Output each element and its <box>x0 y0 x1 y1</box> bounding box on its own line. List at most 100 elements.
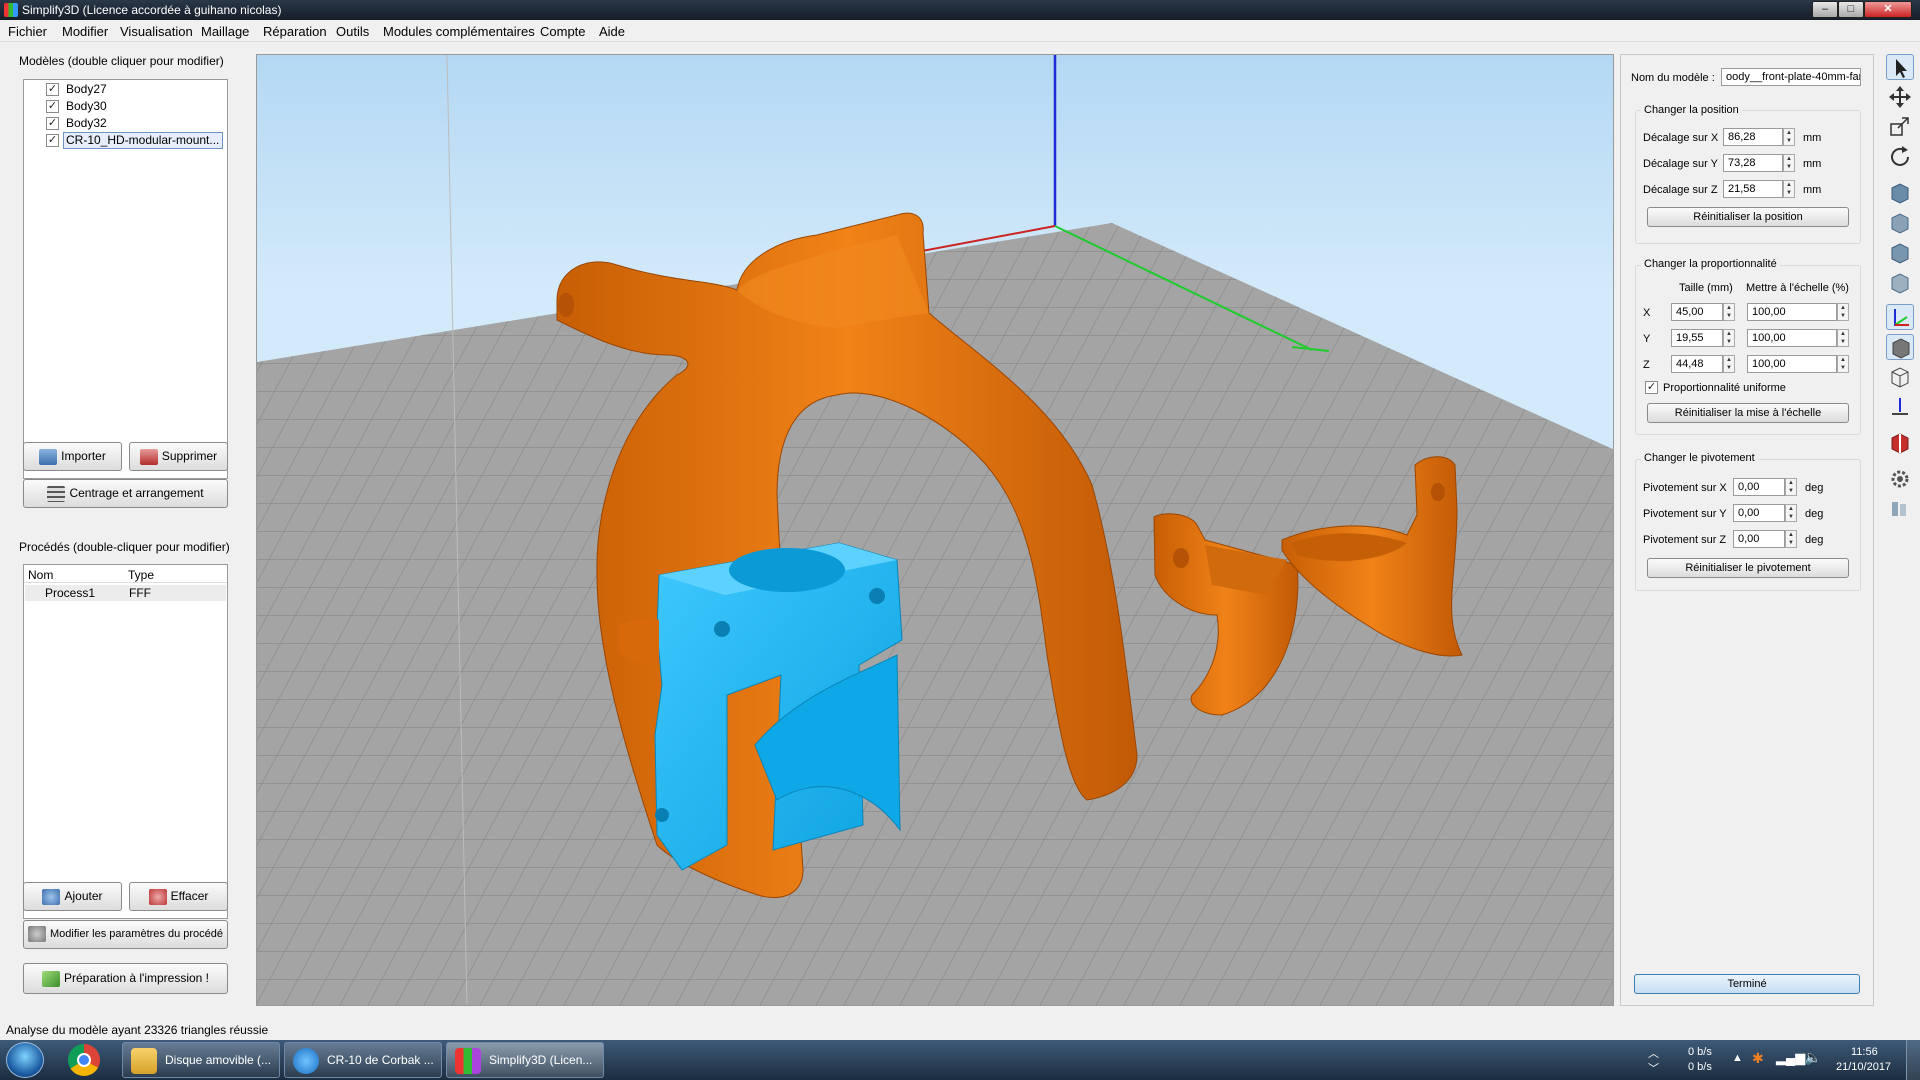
add-process-button[interactable]: Ajouter <box>23 882 122 911</box>
rotate-x-field[interactable]: 0,00 <box>1733 478 1785 496</box>
menu-modifier[interactable]: Modifier <box>62 24 108 39</box>
percent-x-spinner[interactable]: ▲ ▼ <box>1837 303 1849 321</box>
model-checkbox[interactable]: ✓ <box>46 117 59 130</box>
percent-y-spinner[interactable]: ▲ ▼ <box>1837 329 1849 347</box>
models-list[interactable]: ✓ Body27 ✓ Body30 ✓ Body32 ✓ CR-10_HD-mo… <box>23 79 228 479</box>
reset-rotation-button[interactable]: Réinitialiser le pivotement <box>1647 558 1849 578</box>
cross-section-tool[interactable] <box>1886 430 1914 456</box>
view-front-tool[interactable] <box>1886 210 1914 236</box>
network-signal-icon[interactable]: ▂▄▆ <box>1776 1050 1805 1066</box>
wireframe-cube-icon <box>1891 367 1909 388</box>
size-x-field[interactable]: 45,00 <box>1671 303 1723 321</box>
maximize-button[interactable]: □ <box>1838 1 1864 18</box>
model-item-cr10-mount[interactable]: ✓ CR-10_HD-modular-mount... <box>24 132 224 149</box>
rotate-y-label: Pivotement sur Y <box>1643 508 1727 520</box>
model-checkbox[interactable]: ✓ <box>46 100 59 113</box>
chevron-up-icon[interactable]: ︿ <box>1648 1045 1659 1061</box>
scale-y-axis: Y <box>1643 333 1651 345</box>
offset-x-field[interactable]: 86,28 <box>1723 128 1783 146</box>
offset-x-spinner[interactable]: ▲ ▼ <box>1783 128 1795 146</box>
start-button[interactable] <box>6 1042 44 1078</box>
normal-arrow-icon <box>1892 398 1908 415</box>
tray-app-icon[interactable]: ✱ <box>1752 1050 1764 1067</box>
model-checkbox[interactable]: ✓ <box>46 83 59 96</box>
chevron-down-icon[interactable]: ﹀ <box>1648 1060 1659 1076</box>
model-name: Body27 <box>66 82 107 96</box>
done-button[interactable]: Terminé <box>1634 974 1860 994</box>
rotate-x-spinner[interactable]: ▲ ▼ <box>1785 478 1797 496</box>
reset-scale-button[interactable]: Réinitialiser la mise à l'échelle <box>1647 403 1849 423</box>
rotate-tool[interactable] <box>1886 144 1914 170</box>
offset-y-spinner[interactable]: ▲ ▼ <box>1783 154 1795 172</box>
show-hidden-icons[interactable]: ▲ <box>1732 1052 1743 1064</box>
select-tool[interactable] <box>1886 54 1914 80</box>
menu-visualisation[interactable]: Visualisation <box>120 24 193 39</box>
menu-compte[interactable]: Compte <box>540 24 586 39</box>
menu-reparation[interactable]: Réparation <box>263 24 327 39</box>
rotate-x-label: Pivotement sur X <box>1643 482 1727 494</box>
processes-list[interactable]: Nom Type Process1 FFF <box>23 564 228 919</box>
delete-button[interactable]: Supprimer <box>129 442 228 471</box>
size-z-field[interactable]: 44,48 <box>1671 355 1723 373</box>
taskbar-item-ie[interactable]: CR-10 de Corbak ... <box>284 1042 442 1078</box>
reset-position-button[interactable]: Réinitialiser la position <box>1647 207 1849 227</box>
move-tool[interactable] <box>1886 84 1914 110</box>
percent-header: Mettre à l'échelle (%) <box>1746 282 1849 294</box>
taskbar-item-simplify3d[interactable]: Simplify3D (Licen... <box>446 1042 604 1078</box>
close-button[interactable]: ✕ <box>1864 1 1912 18</box>
3d-viewport[interactable] <box>256 54 1614 1006</box>
process-row[interactable]: Process1 FFF <box>25 585 226 601</box>
size-x-spinner[interactable]: ▲ ▼ <box>1723 303 1735 321</box>
normals-toggle[interactable] <box>1886 394 1914 420</box>
unit-deg: deg <box>1805 508 1824 520</box>
center-arrange-button[interactable]: Centrage et arrangement <box>23 479 228 508</box>
status-bar: Analyse du modèle ayant 23326 triangles … <box>0 1020 1920 1040</box>
rotate-z-field[interactable]: 0,00 <box>1733 530 1785 548</box>
show-desktop-button[interactable] <box>1906 1040 1920 1080</box>
offset-y-field[interactable]: 73,28 <box>1723 154 1783 172</box>
rotate-z-spinner[interactable]: ▲ ▼ <box>1785 530 1797 548</box>
offset-z-field[interactable]: 21,58 <box>1723 180 1783 198</box>
layout-tool[interactable] <box>1886 496 1914 522</box>
menu-fichier[interactable]: Fichier <box>8 24 47 39</box>
rotate-y-field[interactable]: 0,00 <box>1733 504 1785 522</box>
process-type: FFF <box>129 586 151 600</box>
import-button[interactable]: Importer <box>23 442 122 471</box>
view-side-tool[interactable] <box>1886 270 1914 296</box>
size-y-field[interactable]: 19,55 <box>1671 329 1723 347</box>
chrome-icon[interactable] <box>68 1044 100 1076</box>
menu-aide[interactable]: Aide <box>599 24 625 39</box>
clock-time[interactable]: 11:56 <box>1851 1046 1878 1058</box>
scale-tool[interactable] <box>1886 114 1914 140</box>
cube-iso-icon <box>1891 183 1909 204</box>
wireframe-toggle[interactable] <box>1886 364 1914 390</box>
taskbar-item-explorer[interactable]: Disque amovible (... <box>122 1042 280 1078</box>
percent-y-field[interactable]: 100,00 <box>1747 329 1837 347</box>
model-checkbox[interactable]: ✓ <box>46 134 59 147</box>
percent-z-spinner[interactable]: ▲ ▼ <box>1837 355 1849 373</box>
view-iso-tool[interactable] <box>1886 180 1914 206</box>
menu-modules[interactable]: Modules complémentaires <box>383 24 535 39</box>
percent-x-field[interactable]: 100,00 <box>1747 303 1837 321</box>
solid-view-toggle[interactable] <box>1886 334 1914 360</box>
prepare-print-button[interactable]: Préparation à l'impression ! <box>23 963 228 994</box>
size-z-spinner[interactable]: ▲ ▼ <box>1723 355 1735 373</box>
minimize-button[interactable]: – <box>1812 1 1838 18</box>
uniform-scale-checkbox[interactable]: ✓ <box>1645 381 1658 394</box>
erase-process-button[interactable]: Effacer <box>129 882 228 911</box>
menu-maillage[interactable]: Maillage <box>201 24 249 39</box>
model-name-field[interactable]: oody__front-plate-40mm-fan <box>1721 68 1861 86</box>
view-top-tool[interactable] <box>1886 240 1914 266</box>
offset-z-spinner[interactable]: ▲ ▼ <box>1783 180 1795 198</box>
process-name: Process1 <box>45 586 96 600</box>
clock-date[interactable]: 21/10/2017 <box>1836 1061 1891 1073</box>
rotate-y-spinner[interactable]: ▲ ▼ <box>1785 504 1797 522</box>
settings-tool[interactable] <box>1886 466 1914 492</box>
size-y-spinner[interactable]: ▲ ▼ <box>1723 329 1735 347</box>
axes-toggle[interactable] <box>1886 304 1914 330</box>
percent-z-field[interactable]: 100,00 <box>1747 355 1837 373</box>
col-type: Type <box>128 568 155 582</box>
menu-outils[interactable]: Outils <box>336 24 369 39</box>
edit-process-button[interactable]: Modifier les paramètres du procédé <box>23 920 228 949</box>
volume-icon[interactable]: 🔈 <box>1804 1049 1821 1066</box>
